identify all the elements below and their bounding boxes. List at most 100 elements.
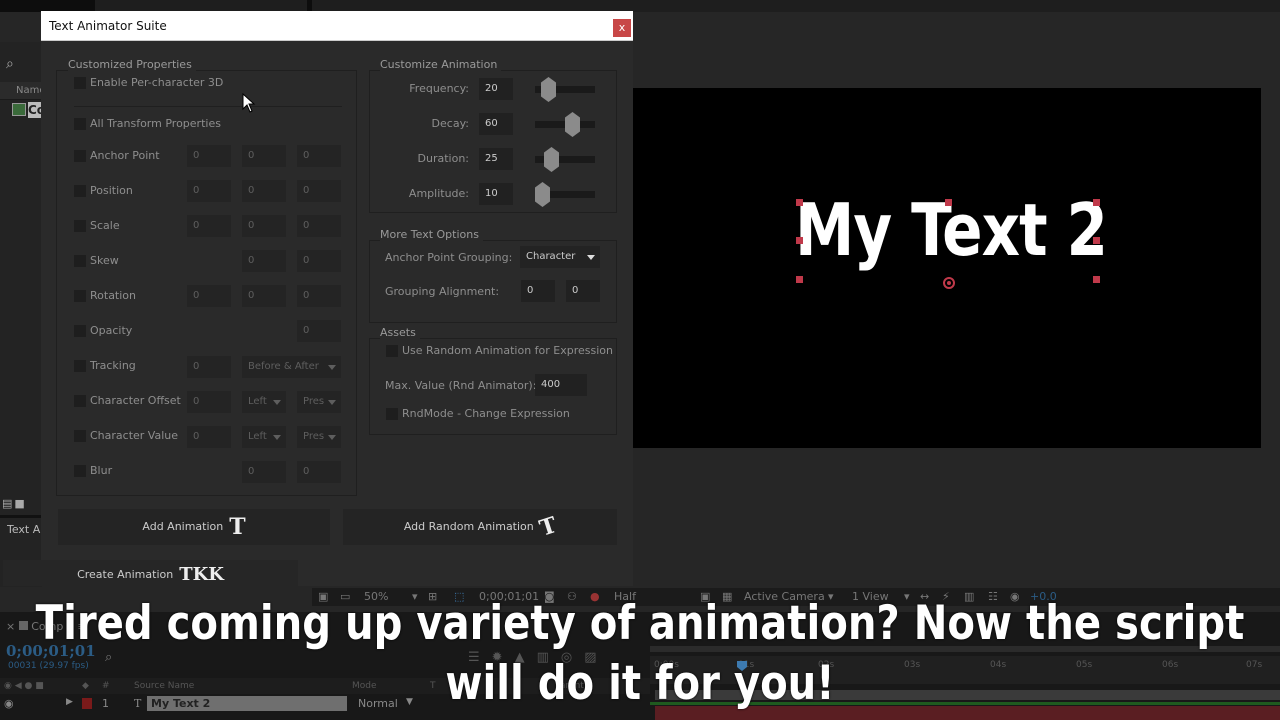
z-field[interactable]: 0 xyxy=(297,285,341,307)
grouping-alignment-label: Grouping Alignment: xyxy=(385,285,500,298)
folder-icon[interactable]: ■ xyxy=(14,497,24,510)
max-value-field[interactable]: 400 xyxy=(535,374,587,396)
blur-y-field[interactable]: 0 xyxy=(297,461,341,483)
tracking-checkbox[interactable] xyxy=(74,360,86,372)
slider-track[interactable] xyxy=(535,147,595,172)
character-value-checkbox[interactable] xyxy=(74,430,86,442)
group-title: Customized Properties xyxy=(68,58,196,71)
position-checkbox[interactable] xyxy=(74,185,86,197)
bounding-handle[interactable] xyxy=(796,276,803,283)
blur-x-field[interactable]: 0 xyxy=(242,461,286,483)
name-column-header[interactable]: Name xyxy=(0,82,46,100)
slider-value-field[interactable]: 60 xyxy=(479,113,513,135)
alignment-dropdown[interactable]: Left xyxy=(242,426,286,448)
y-field[interactable]: 0 xyxy=(242,145,286,167)
slider-value-field[interactable]: 25 xyxy=(479,148,513,170)
group-title: More Text Options xyxy=(380,228,483,241)
grouping-alignment-y[interactable]: 0 xyxy=(566,280,600,302)
project-item[interactable]: Co xyxy=(10,102,42,118)
chevron-down-icon xyxy=(273,400,281,405)
close-icon[interactable]: × xyxy=(6,620,15,633)
bounding-handle[interactable] xyxy=(1093,276,1100,283)
row-label: Skew xyxy=(90,254,119,267)
bounding-handle[interactable] xyxy=(945,199,952,206)
z-field[interactable]: 0 xyxy=(297,145,341,167)
random-t-icon: T xyxy=(536,512,560,542)
anchor-point-checkbox[interactable] xyxy=(74,150,86,162)
panel-tab-text-animator[interactable]: Text Ar xyxy=(7,523,42,536)
interpret-footage-icon[interactable]: ▤ xyxy=(2,497,12,510)
character-offset-checkbox[interactable] xyxy=(74,395,86,407)
create-animation-icon: TKK xyxy=(179,564,224,585)
all-transform-label: All Transform Properties xyxy=(90,117,221,130)
chevron-down-icon xyxy=(328,400,336,405)
use-random-label: Use Random Animation for Expression xyxy=(402,344,613,357)
all-transform-checkbox[interactable] xyxy=(74,118,86,130)
bounding-handle[interactable] xyxy=(796,237,803,244)
x-field[interactable]: 0 xyxy=(187,145,231,167)
composition-viewer[interactable]: My Text 2 xyxy=(633,88,1261,448)
y-field[interactable]: 0 xyxy=(242,180,286,202)
rotation-checkbox[interactable] xyxy=(74,290,86,302)
text-t-icon: T xyxy=(229,514,246,540)
preserve-dropdown[interactable]: Pres xyxy=(297,391,341,413)
tracking-type-dropdown[interactable]: Before & After xyxy=(242,356,341,378)
add-random-animation-button[interactable]: Add Random Animation T xyxy=(343,509,617,545)
y-field[interactable]: 0 xyxy=(242,285,286,307)
mouse-cursor-icon xyxy=(242,93,256,113)
slider-label: Frequency: xyxy=(409,82,469,95)
scale-checkbox[interactable] xyxy=(74,220,86,232)
create-animation-button[interactable]: Create Animation TKK xyxy=(3,560,298,586)
x-field[interactable]: 0 xyxy=(187,215,231,237)
slider-track[interactable] xyxy=(535,182,595,207)
preserve-dropdown[interactable]: Pres xyxy=(297,426,341,448)
row-label: Tracking xyxy=(90,359,136,372)
skew-checkbox[interactable] xyxy=(74,255,86,267)
eye-icon[interactable]: ◉ xyxy=(4,697,14,710)
anchor-point-icon[interactable] xyxy=(943,277,955,289)
title-bar[interactable]: Text Animator Suite x xyxy=(41,11,633,41)
row-label: Opacity xyxy=(90,324,133,337)
dropdown-value: Pres xyxy=(303,396,325,407)
skew-axis-field[interactable]: 0 xyxy=(297,250,341,272)
search-icon[interactable]: ⌕ xyxy=(6,56,14,72)
anchor-grouping-dropdown[interactable]: Character xyxy=(520,246,600,268)
per-char-3d-checkbox[interactable] xyxy=(74,77,86,89)
bounding-handle[interactable] xyxy=(1093,199,1100,206)
z-field[interactable]: 0 xyxy=(297,180,341,202)
bounding-handle[interactable] xyxy=(1093,237,1100,244)
anchor-grouping-label: Anchor Point Grouping: xyxy=(385,251,513,264)
alignment-dropdown[interactable]: Left xyxy=(242,391,286,413)
add-animation-button[interactable]: Add Animation T xyxy=(58,509,330,545)
value-field[interactable]: 0 xyxy=(187,426,231,448)
z-field[interactable]: 0 xyxy=(297,215,341,237)
dropdown-value: Left xyxy=(248,431,267,442)
x-field[interactable]: 0 xyxy=(187,285,231,307)
use-random-checkbox[interactable] xyxy=(386,345,398,357)
grouping-alignment-x[interactable]: 0 xyxy=(521,280,555,302)
row-label: Character Offset xyxy=(90,394,181,407)
text-animator-suite-dialog: Text Animator Suite x Customized Propert… xyxy=(3,11,633,586)
slider-value-field[interactable]: 20 xyxy=(479,78,513,100)
project-item-label: Co xyxy=(28,102,42,118)
slider-value-field[interactable]: 10 xyxy=(479,183,513,205)
row-label: Rotation xyxy=(90,289,137,302)
max-value-label: Max. Value (Rnd Animator): xyxy=(385,379,537,392)
row-label: Anchor Point xyxy=(90,149,160,162)
tracking-field[interactable]: 0 xyxy=(187,356,231,378)
x-field[interactable]: 0 xyxy=(187,180,231,202)
skew-field[interactable]: 0 xyxy=(242,250,286,272)
slider-label: Duration: xyxy=(417,152,469,165)
close-button[interactable]: x xyxy=(613,19,631,37)
slider-track[interactable] xyxy=(535,112,595,137)
opacity-checkbox[interactable] xyxy=(74,325,86,337)
slider-track[interactable] xyxy=(535,77,595,102)
offset-field[interactable]: 0 xyxy=(187,391,231,413)
y-field[interactable]: 0 xyxy=(242,215,286,237)
bounding-handle[interactable] xyxy=(796,199,803,206)
rndmode-checkbox[interactable] xyxy=(386,408,398,420)
opacity-field[interactable]: 0 xyxy=(297,320,341,342)
ruler-tick: 07s xyxy=(1246,660,1263,670)
subtitle-line-2: will do it for you! xyxy=(445,656,835,711)
blur-checkbox[interactable] xyxy=(74,465,86,477)
